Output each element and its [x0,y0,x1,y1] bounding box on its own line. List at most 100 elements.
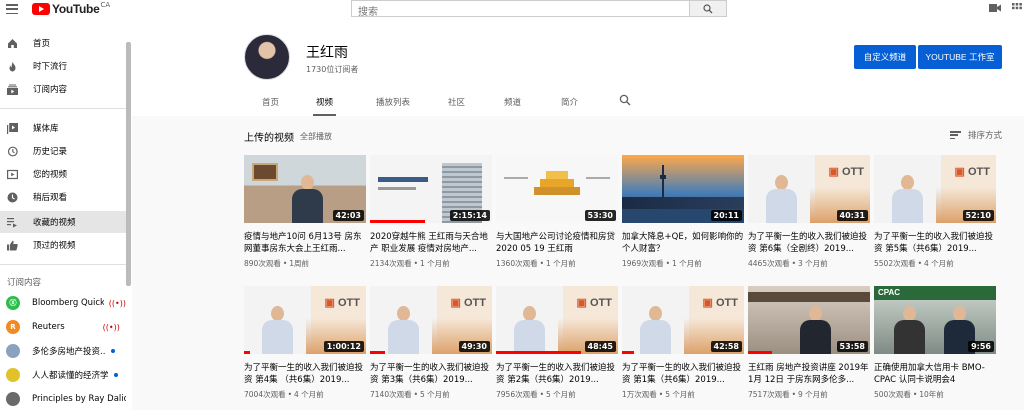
video-thumbnail[interactable]: 20:11 [622,155,744,223]
video-title[interactable]: 正确使用加拿大信用卡 BMO-CPAC 认同卡说明会4 [874,362,996,386]
customize-channel-button[interactable]: 自定义频道 [854,45,916,69]
view-count: 500次观看 [874,390,911,399]
video-metadata: 1万次观看 • 5 个月前 [622,389,744,400]
video-thumbnail[interactable]: ▣ OTT 49:30 [370,286,492,354]
video-title[interactable]: 为了平衡一生的收入我们被迫投资 第3集（共6集）2019... [370,362,492,386]
video-card[interactable]: 2:15:14 2020穿越牛熊 王红雨与天合地产 职业发展 疫情对房地产... 2… [370,155,492,269]
subscription-item[interactable]: Principles by Ray Dalio [0,388,126,410]
view-count: 5502次观看 [874,259,916,268]
separator-dot: • [539,259,545,268]
video-card[interactable]: CPAC 9:56 正确使用加拿大信用卡 BMO-CPAC 认同卡说明会4 500次观… [874,286,996,400]
sidebar-item-history[interactable]: 历史记录 [0,140,126,162]
subscription-item[interactable]: 多伦多房地产投资... [0,340,126,362]
video-thumbnail[interactable]: 2:15:14 [370,155,492,223]
view-count: 1万次观看 [622,390,657,399]
upload-age: 5 个月前 [665,390,695,399]
sidebar-scrollbar[interactable] [126,42,131,286]
section-title: 上传的视频 [244,133,294,144]
watch-progress-bar [748,351,773,354]
sidebar-item-label: 收藏的视频 [33,218,76,228]
video-title[interactable]: 为了平衡一生的收入我们被迫投资 第1集（共6集）2019... [622,362,744,386]
sidebar-item-home[interactable]: 首页 [0,32,126,54]
create-video-icon[interactable] [989,3,1001,13]
upload-age: 4 个月前 [294,390,324,399]
video-card[interactable]: ▣ OTT 49:30 为了平衡一生的收入我们被迫投资 第3集（共6集）2019..… [370,286,492,400]
sidebar-item-liked[interactable]: 顶过的视频 [0,234,126,256]
tab-community[interactable]: 社区 [448,96,465,116]
video-card[interactable]: ▣ OTT 40:31 为了平衡一生的收入我们被迫投资 第6集（全剧终）2019..… [748,155,870,269]
video-thumbnail[interactable]: ▣ OTT 52:10 [874,155,996,223]
video-thumbnail[interactable]: ▣ OTT 40:31 [748,155,870,223]
menu-icon[interactable] [6,4,18,14]
video-card[interactable]: 20:11 加拿大降息+QE，如何影响你的个人财富？ 1969次观看 • 1 个月前 [622,155,744,269]
tab-channels[interactable]: 频道 [504,96,521,116]
play-all-link[interactable]: 全部播放 [300,131,332,142]
subscription-item[interactable]: 人人都读懂的经济学 [0,364,126,386]
tab-videos[interactable]: 视频 [313,96,337,116]
watch-later-icon [7,192,18,203]
apps-icon[interactable] [1012,3,1022,13]
video-metadata: 1360次观看 • 1 个月前 [496,258,618,269]
subscription-name: Bloomberg QuickT... [32,298,104,308]
video-title[interactable]: 为了平衡一生的收入我们被迫投资 第6集（全剧终）2019... [748,231,870,255]
video-thumbnail[interactable]: CPAC 9:56 [874,286,996,354]
video-duration: 40:31 [836,210,868,221]
video-card[interactable]: ▣ OTT 52:10 为了平衡一生的收入我们被迫投资 第5集（共6集）2019..… [874,155,996,269]
trending-icon [7,61,18,72]
history-icon [7,146,18,157]
video-title[interactable]: 2020穿越牛熊 王红雨与天合地产 职业发展 疫情对房地产... [370,231,492,255]
video-title[interactable]: 王红雨 房地产投资讲座 2019年1月 12日 于房东网多伦多... [748,362,870,386]
video-title[interactable]: 加拿大降息+QE，如何影响你的个人财富？ [622,231,744,255]
youtube-studio-button[interactable]: YOUTUBE 工作室 [918,45,1002,69]
video-card[interactable]: 53:58 王红雨 房地产投资讲座 2019年1月 12日 于房东网多伦多... 7… [748,286,870,400]
video-title[interactable]: 疫情与地产10问 6月13号 房东网董事房东大会上王红雨... [244,231,366,255]
watch-progress-bar [370,220,425,223]
youtube-logo[interactable]: YouTube CA [32,1,110,16]
video-thumbnail[interactable]: 53:30 [496,155,618,223]
subscriber-count: 1730位订阅者 [306,65,359,74]
subscription-item[interactable]: R Reuters ((•)) [0,316,126,338]
sidebar-divider [0,108,126,109]
video-thumbnail[interactable]: ▣ OTT 48:45 [496,286,618,354]
search-icon[interactable] [619,94,631,106]
video-card[interactable]: ▣ OTT 1:00:12 为了平衡一生的收入我们被迫投资 第4集 （共6集）201… [244,286,366,400]
subscriptions-heading: 订阅内容 [7,278,42,288]
video-title[interactable]: 与大国地产公司讨论疫情和房贷 2020 05 19 王红雨 [496,231,618,255]
sidebar-item-watch-later[interactable]: 稍后观看 [0,186,126,208]
video-thumbnail[interactable]: ▣ OTT 42:58 [622,286,744,354]
view-count: 890次观看 [244,259,281,268]
tab-home[interactable]: 首页 [262,96,279,116]
video-title[interactable]: 为了平衡一生的收入我们被迫投资 第2集（共6集）2019... [496,362,618,386]
sidebar-item-label: 媒体库 [33,124,59,134]
video-title[interactable]: 为了平衡一生的收入我们被迫投资 第5集（共6集）2019... [874,231,996,255]
sort-button[interactable]: 排序方式 [950,129,1002,141]
live-icon: ((•)) [102,322,120,332]
subscription-name: Principles by Ray Dalio [32,394,126,404]
sidebar-item-label: 历史记录 [33,147,68,157]
video-card[interactable]: ▣ OTT 48:45 为了平衡一生的收入我们被迫投资 第2集（共6集）2019..… [496,286,618,400]
video-card[interactable]: 53:30 与大国地产公司讨论疫情和房贷 2020 05 19 王红雨 1360次观… [496,155,618,269]
sidebar-item-favorites[interactable]: 收藏的视频 [0,211,126,233]
sidebar-item-trending[interactable]: 时下流行 [0,55,126,77]
avatar: Ⓧ [6,296,20,310]
tab-about[interactable]: 简介 [561,96,578,116]
video-thumbnail[interactable]: ▣ OTT 1:00:12 [244,286,366,354]
video-title[interactable]: 为了平衡一生的收入我们被迫投资 第4集 （共6集）2019... [244,362,366,386]
avatar [6,392,20,406]
sidebar-item-subscriptions[interactable]: 订阅内容 [0,78,126,100]
tab-playlists[interactable]: 播放列表 [376,96,410,116]
video-card[interactable]: 42:03 疫情与地产10问 6月13号 房东网董事房东大会上王红雨... 890次… [244,155,366,269]
search-input[interactable]: 搜索 [351,0,690,18]
video-thumbnail[interactable]: 53:58 [748,286,870,354]
subscription-item[interactable]: Ⓧ Bloomberg QuickT... ((•)) [0,292,126,314]
video-thumbnail[interactable]: 42:03 [244,155,366,223]
view-count: 7004次观看 [244,390,286,399]
sidebar-item-library[interactable]: 媒体库 [0,117,126,139]
sort-label: 排序方式 [968,131,1003,141]
video-card[interactable]: ▣ OTT 42:58 为了平衡一生的收入我们被迫投资 第1集（共6集）2019..… [622,286,744,400]
sidebar-item-your-videos[interactable]: 您的视频 [0,163,126,185]
upload-age: 4 个月前 [924,259,954,268]
avatar [6,368,20,382]
separator-dot: • [413,259,419,268]
search-button[interactable] [690,0,727,17]
